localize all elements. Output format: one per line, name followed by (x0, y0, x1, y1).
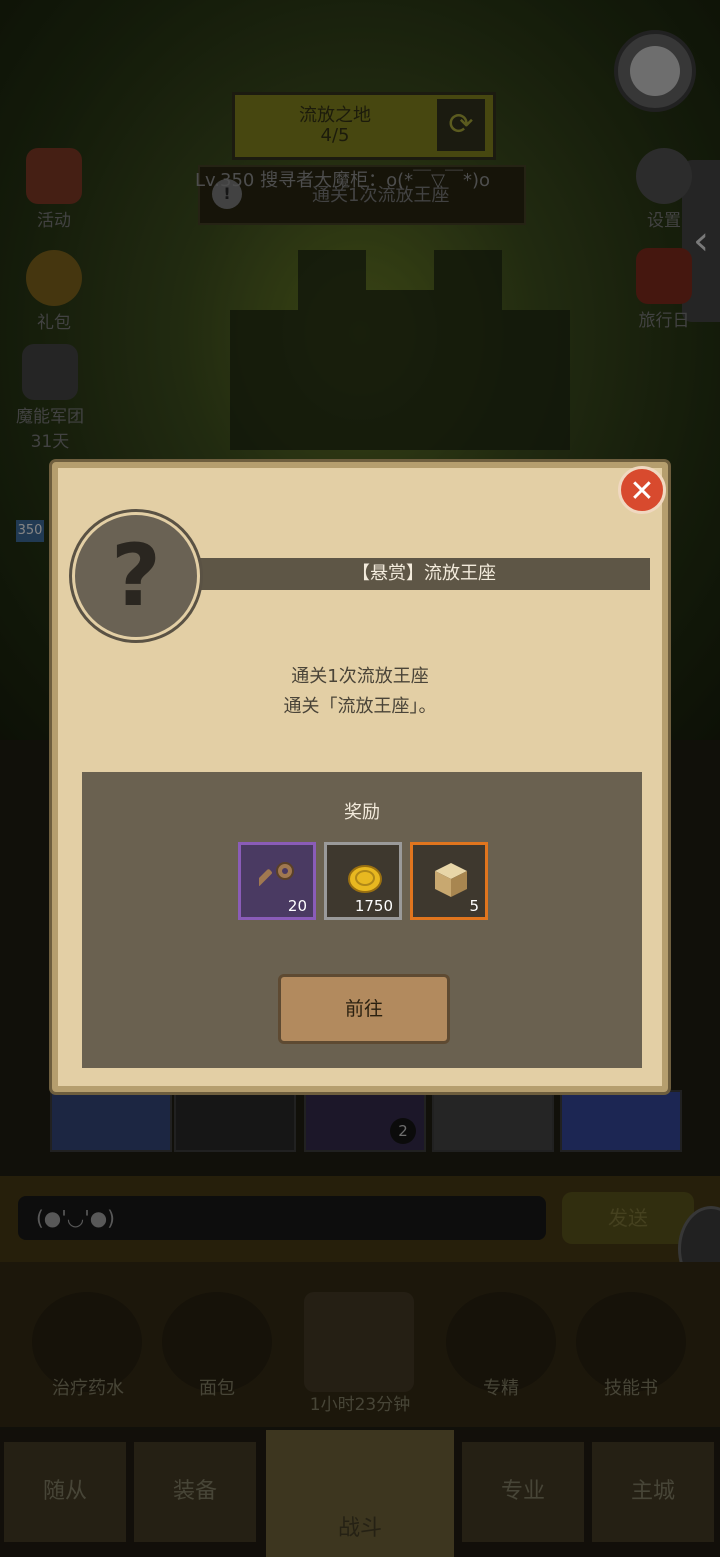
key-icon (259, 862, 294, 887)
reward-slot-cube[interactable]: 5 (410, 842, 488, 920)
reward-count: 20 (287, 897, 307, 915)
reward-panel: 奖励 20 1750 5 前往 (82, 772, 642, 1068)
question-mark-icon: ? (72, 512, 200, 640)
go-button[interactable]: 前往 (278, 974, 450, 1044)
quest-description: 通关「流放王座」。 (283, 696, 437, 717)
gold-coin-icon (348, 865, 382, 893)
close-icon[interactable]: ✕ (618, 466, 666, 514)
quest-objective: 通关1次流放王座 (291, 666, 429, 687)
cube-icon (435, 863, 467, 897)
reward-title: 奖励 (344, 802, 380, 823)
modal-title: 【悬赏】流放王座 (352, 563, 496, 584)
reward-slot-gold[interactable]: 1750 (324, 842, 402, 920)
modal-title-band: 【悬赏】流放王座 (198, 558, 650, 590)
bounty-modal: 【悬赏】流放王座 ? 通关1次流放王座 通关「流放王座」。 奖励 20 1750 (52, 462, 668, 1092)
reward-slot-key[interactable]: 20 (238, 842, 316, 920)
reward-count: 1750 (354, 897, 393, 915)
reward-count: 5 (469, 897, 479, 915)
